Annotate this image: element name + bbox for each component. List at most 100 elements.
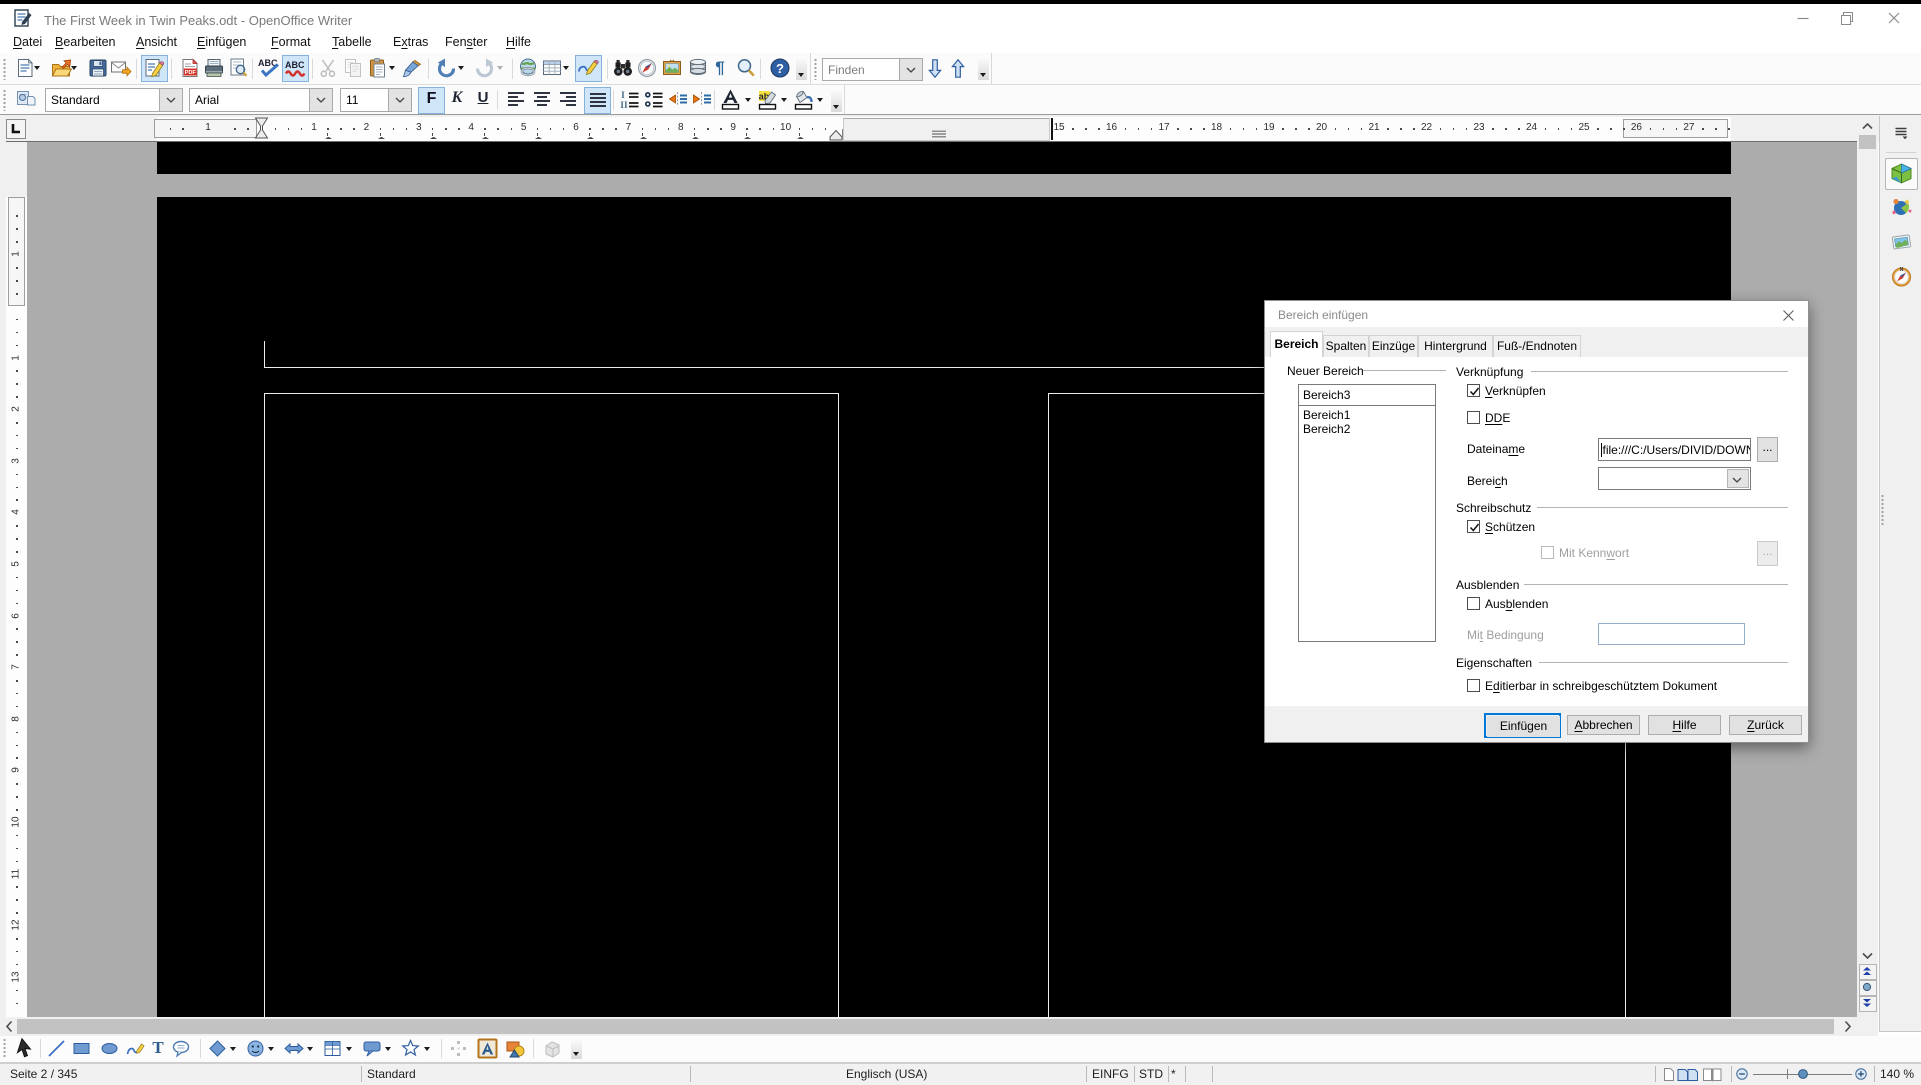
help-icon[interactable]: ? [769, 57, 791, 79]
highlight-color-dropdown-arrow[interactable] [781, 98, 787, 102]
save-icon[interactable] [87, 57, 109, 79]
menu-fenster[interactable]: Fenster [436, 33, 496, 51]
section-list-item[interactable]: Bereich2 [1303, 422, 1350, 436]
flowchart-dropdown[interactable] [346, 1047, 352, 1051]
next-page-button[interactable] [1859, 996, 1877, 1012]
basic-shapes-dropdown[interactable] [230, 1047, 236, 1051]
print-preview-icon[interactable] [227, 57, 249, 79]
fontwork-icon[interactable] [477, 1038, 498, 1059]
callouts-shapes-icon[interactable] [362, 1039, 382, 1058]
status-zoom-value[interactable]: 140 % [1880, 1067, 1914, 1081]
tab-stop-selector[interactable] [6, 119, 26, 139]
tab-bereich[interactable]: Bereich [1270, 331, 1323, 357]
rectangle-tool-icon[interactable] [72, 1039, 91, 1058]
filename-browse-button[interactable]: ... [1757, 437, 1778, 462]
paragraph-style-dropdown[interactable] [159, 89, 182, 111]
hyperlink-icon[interactable] [517, 57, 539, 79]
justify-toggle[interactable] [584, 87, 611, 114]
undo-dropdown-arrow[interactable] [458, 66, 464, 70]
insert-button[interactable]: Einfügen [1487, 716, 1560, 737]
table-dropdown-arrow[interactable] [563, 66, 569, 70]
font-size-select[interactable]: 11 [340, 88, 412, 112]
column-gap-grip-icon[interactable] [931, 125, 947, 133]
view-book-icon[interactable] [1702, 1067, 1723, 1082]
font-color-icon[interactable] [720, 88, 742, 112]
view-multi-page-icon[interactable] [1677, 1067, 1699, 1082]
numbered-list-icon[interactable]: I II [620, 89, 640, 109]
zoom-in-button[interactable] [1855, 1068, 1867, 1080]
sidebar-menu-icon[interactable] [1894, 126, 1910, 140]
symbol-shapes-dropdown[interactable] [268, 1047, 274, 1051]
status-insert-mode[interactable]: EINFG [1092, 1067, 1129, 1081]
gallery-icon[interactable] [661, 57, 683, 79]
menu-extras[interactable]: Extras [384, 33, 437, 51]
format-paintbrush-icon[interactable] [402, 57, 424, 79]
editable-checkbox-label[interactable]: Editierbar in schreibgeschütztem Dokumen… [1485, 679, 1717, 693]
drawing-more-button[interactable] [571, 1038, 582, 1059]
tab-einzuege[interactable]: Einzüge [1369, 335, 1418, 357]
find-toolbar-more-button[interactable] [978, 56, 989, 80]
cancel-button[interactable]: Abbrechen [1567, 715, 1640, 735]
link-checkbox-label[interactable]: Verknüpfen [1485, 384, 1546, 398]
status-selection-mode[interactable]: STD [1139, 1067, 1163, 1081]
open-icon[interactable] [50, 57, 72, 79]
zoom-slider-handle[interactable] [1798, 1069, 1808, 1079]
previous-page-button[interactable] [1859, 964, 1877, 980]
formatting-marks-icon[interactable]: ¶ [712, 57, 728, 79]
bullet-list-icon[interactable] [644, 89, 664, 109]
decrease-indent-icon[interactable] [668, 89, 688, 109]
sidebar-styles-tab[interactable] [1886, 193, 1917, 223]
data-sources-icon[interactable] [687, 57, 709, 79]
sidebar-gallery-tab[interactable] [1886, 227, 1917, 257]
paste-icon[interactable] [367, 57, 389, 79]
find-dropdown-button[interactable] [899, 59, 922, 80]
font-name-select[interactable]: Arial [189, 88, 333, 112]
font-color-dropdown-arrow[interactable] [745, 98, 751, 102]
increase-indent-icon[interactable] [691, 89, 711, 109]
restore-button[interactable] [1840, 11, 1854, 25]
menu-ansicht[interactable]: Ansicht [127, 33, 186, 51]
status-modified-flag[interactable]: * [1171, 1067, 1176, 1081]
autospellcheck-toggle[interactable]: ABC [282, 55, 309, 82]
menu-bearbeiten[interactable]: Bearbeiten [46, 33, 124, 51]
navigation-button[interactable] [1859, 980, 1877, 996]
stars-dropdown[interactable] [424, 1047, 430, 1051]
status-page-number[interactable]: Seite 2 / 345 [10, 1067, 77, 1081]
formatting-more-button[interactable] [831, 88, 842, 112]
menu-hilfe[interactable]: Hilfe [497, 33, 540, 51]
find-replace-icon[interactable] [612, 57, 634, 79]
filename-input[interactable]: file:///C:/Users/DIVID/DOWN [1598, 438, 1751, 461]
new-dropdown-arrow[interactable] [34, 66, 40, 70]
open-dropdown-arrow[interactable] [71, 66, 77, 70]
zoom-icon[interactable] [735, 57, 757, 79]
section-list[interactable]: Bereich1 Bereich2 [1298, 405, 1436, 642]
tab-hintergrund[interactable]: Hintergrund [1418, 335, 1493, 357]
dde-checkbox[interactable] [1467, 411, 1480, 424]
underline-button[interactable]: U [473, 89, 493, 106]
close-button[interactable] [1887, 11, 1901, 25]
vertical-ruler[interactable]: 112345678910111213 [6, 142, 27, 1018]
paste-dropdown-arrow[interactable] [389, 66, 395, 70]
background-color-icon[interactable] [793, 88, 815, 112]
section-select-dropdown[interactable] [1727, 469, 1749, 488]
zoom-out-button[interactable] [1736, 1068, 1748, 1080]
sidebar-properties-tab[interactable] [1885, 158, 1918, 190]
paragraph-style-select[interactable]: Standard [45, 88, 183, 112]
block-arrows-dropdown[interactable] [307, 1047, 313, 1051]
italic-button[interactable]: K [447, 89, 467, 107]
scroll-down-icon[interactable] [1862, 952, 1873, 960]
tab-fussendnoten[interactable]: Fuß-/Endnoten [1493, 335, 1581, 357]
background-color-dropdown-arrow[interactable] [817, 98, 823, 102]
new-document-icon[interactable] [14, 57, 36, 79]
indent-marker-left[interactable] [254, 117, 269, 141]
menu-format[interactable]: Format [262, 33, 320, 51]
export-pdf-icon[interactable]: PDF [179, 57, 201, 79]
navigator-icon[interactable] [636, 57, 658, 79]
bold-toggle[interactable]: F [418, 87, 445, 114]
symbol-shapes-icon[interactable] [246, 1039, 265, 1058]
minimize-button[interactable] [1796, 11, 1810, 25]
horizontal-scrollbar[interactable] [0, 1017, 1878, 1036]
hide-checkbox-label[interactable]: Ausblenden [1485, 597, 1548, 611]
callouts-shapes-dropdown[interactable] [385, 1047, 391, 1051]
menu-datei[interactable]: Datei [4, 33, 51, 51]
